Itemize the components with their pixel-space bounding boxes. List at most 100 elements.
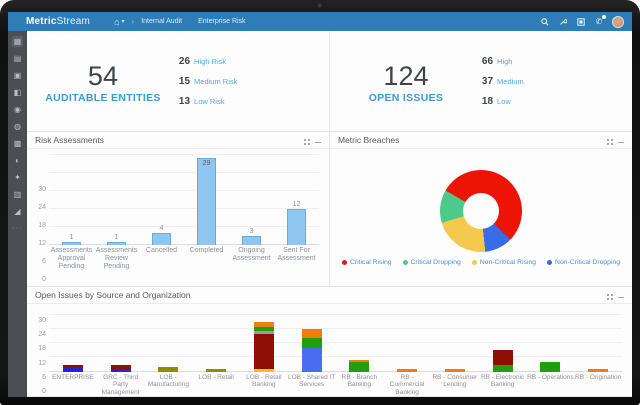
plot-area: 1 1 4 29 3 12: [49, 154, 319, 245]
stacked-bar: [588, 369, 609, 372]
sidebar: ▦ ▤ ▣ ◧ ◉ ◍ ▩ ◐ ✦ ▥ ◢ ···: [8, 31, 27, 397]
x-tick-label: LOB - Manufacturing: [147, 373, 189, 389]
kpi-stats: 66 High 37 Medium 18 Low: [482, 56, 632, 107]
panel-risk-assessments: Risk Assessments 0 6 12 18 24 30 1 1 4 29 3 12 Asses…: [27, 132, 330, 286]
y-tick-label: 24: [38, 331, 46, 339]
panel-title: Metric Breaches: [338, 135, 400, 145]
expand-icon[interactable]: [304, 139, 306, 141]
bar-value-label: 29: [202, 160, 211, 167]
bar-segment: [158, 366, 179, 372]
open-issues-chart: 0 6 12 18 24 30 ENTERPRISE GRC - Third Party Ma…: [27, 304, 632, 396]
monitor-bezel: MetricStream ⌂ ▾ › Internal Audit Enterpri…: [0, 0, 640, 405]
search-icon[interactable]: ◉: [12, 104, 23, 115]
stat-row: 37 Medium: [482, 76, 614, 87]
screen: MetricStream ⌂ ▾ › Internal Audit Enterpri…: [8, 12, 632, 397]
chevron-down-icon: ▾: [121, 19, 125, 25]
tools-icon[interactable]: [558, 17, 568, 27]
kpi-value: 124: [383, 61, 429, 92]
bar: [152, 233, 171, 245]
stat-label: Low Risk: [194, 96, 225, 106]
bar-segment: [444, 369, 465, 372]
legend-label: Critical Dropping: [410, 258, 461, 266]
brand-logo[interactable]: MetricStream: [26, 16, 90, 27]
x-axis-labels: ENTERPRISE GRC - Third Party Management LO…: [49, 372, 622, 396]
reports-icon[interactable]: ▤: [12, 53, 23, 64]
bar-segment: [206, 369, 227, 372]
stat-row: 13 Low Risk: [179, 96, 311, 107]
kpi-stats: 26 High Risk 15 Medium Risk 13 Low Risk: [179, 56, 329, 107]
x-tick-label: Sent For Assessment: [277, 247, 316, 263]
home-icon[interactable]: ⌂ ▾: [114, 17, 124, 27]
stacked-bar: [206, 369, 227, 372]
x-axis-labels: Assessments Approval Pending Assessments …: [49, 245, 319, 271]
phone-icon[interactable]: ✆: [594, 14, 606, 27]
minimize-icon[interactable]: [315, 141, 321, 143]
bar-group: [527, 308, 575, 372]
x-tick-label: RB - Electronic Banking: [480, 373, 525, 389]
tab-internal-audit[interactable]: Internal Audit: [141, 18, 182, 25]
minimize-icon[interactable]: [618, 141, 624, 143]
bar-value-label: 3: [249, 228, 254, 235]
stat-label: High Risk: [194, 56, 227, 66]
bar-group: [97, 308, 145, 372]
bar: 29: [197, 158, 216, 245]
stacked-bar: [444, 369, 465, 372]
bar-group: [574, 308, 622, 372]
x-tick-label: RB - Consumer Lending: [432, 373, 478, 389]
apps-grid-icon[interactable]: ▩: [12, 138, 23, 149]
search-icon[interactable]: [540, 17, 550, 27]
notifications-icon[interactable]: ◍: [12, 121, 23, 132]
assessments-icon[interactable]: ◧: [12, 87, 23, 98]
avatar[interactable]: [612, 15, 624, 28]
legend-item: Critical Dropping: [402, 258, 461, 266]
settings-icon[interactable]: ✦: [12, 172, 23, 183]
dashboard-icon[interactable]: ▦: [12, 36, 23, 47]
bar-group: [49, 308, 97, 372]
analytics-icon[interactable]: ◐: [12, 155, 23, 166]
x-tick-label: GRC - Third Party Management: [101, 373, 140, 396]
bar-group: 12: [274, 155, 319, 245]
stacked-bar: [253, 321, 274, 372]
expand-icon[interactable]: [607, 294, 609, 296]
x-tick-label: LOB - Retail Banking: [246, 373, 282, 389]
kpi-value: 54: [87, 61, 118, 92]
stacked-bar: [492, 350, 513, 372]
y-axis: 0 6 12 18 24 30: [31, 155, 49, 286]
x-tick-label: Ongoing Assessment: [232, 247, 271, 263]
apps-icon[interactable]: [576, 17, 586, 27]
panel-header: Open Issues by Source and Organization: [27, 287, 632, 304]
bar-segment: [253, 333, 274, 370]
bar-segment: [253, 369, 274, 372]
kpi-auditable-entities: 54 AUDITABLE ENTITIES 26 High Risk 15 Mediu…: [27, 31, 330, 131]
tab-enterprise-risk[interactable]: Enterprise Risk: [198, 18, 245, 25]
legend-marker: [547, 259, 553, 265]
y-tick-label: 6: [42, 373, 46, 381]
trends-icon[interactable]: ◢: [12, 206, 23, 217]
library-icon[interactable]: ▥: [12, 189, 23, 200]
sidebar-more-icon[interactable]: ···: [13, 225, 23, 232]
panel-title: Open Issues by Source and Organization: [35, 290, 191, 300]
bar-segment: [301, 338, 322, 348]
webcam: [317, 3, 322, 8]
risk-assessments-chart: 0 6 12 18 24 30 1 1 4 29 3 12 Assessments Approval P…: [27, 149, 329, 286]
minimize-icon[interactable]: [618, 296, 624, 298]
bar-group: 4: [139, 155, 184, 245]
legend-marker: [341, 259, 347, 265]
y-tick-label: 30: [38, 317, 46, 324]
plot-area: [49, 308, 622, 372]
y-tick-label: 6: [42, 258, 46, 265]
documents-icon[interactable]: ▣: [12, 70, 23, 81]
kpi-label: OPEN ISSUES: [368, 91, 444, 104]
y-tick-label: 18: [38, 345, 46, 353]
top-navbar: MetricStream ⌂ ▾ › Internal Audit Enterpri…: [8, 12, 632, 31]
donut-chart: [440, 169, 522, 252]
panel-header: Risk Assessments: [27, 132, 329, 149]
chart-area: 0 6 12 18 24 30 ENTERPRISE GRC - Third Party Ma…: [27, 304, 632, 396]
x-tick-label: RB - Operations: [527, 373, 574, 381]
expand-icon[interactable]: [607, 139, 609, 141]
bar-segment: [492, 364, 513, 372]
bar-value-label: 1: [114, 234, 119, 241]
bar-segment: [301, 347, 322, 372]
panel-open-issues: Open Issues by Source and Organization 0…: [27, 287, 632, 396]
donut-legend: Critical Rising Critical Dropping Non-Crit…: [341, 258, 620, 266]
